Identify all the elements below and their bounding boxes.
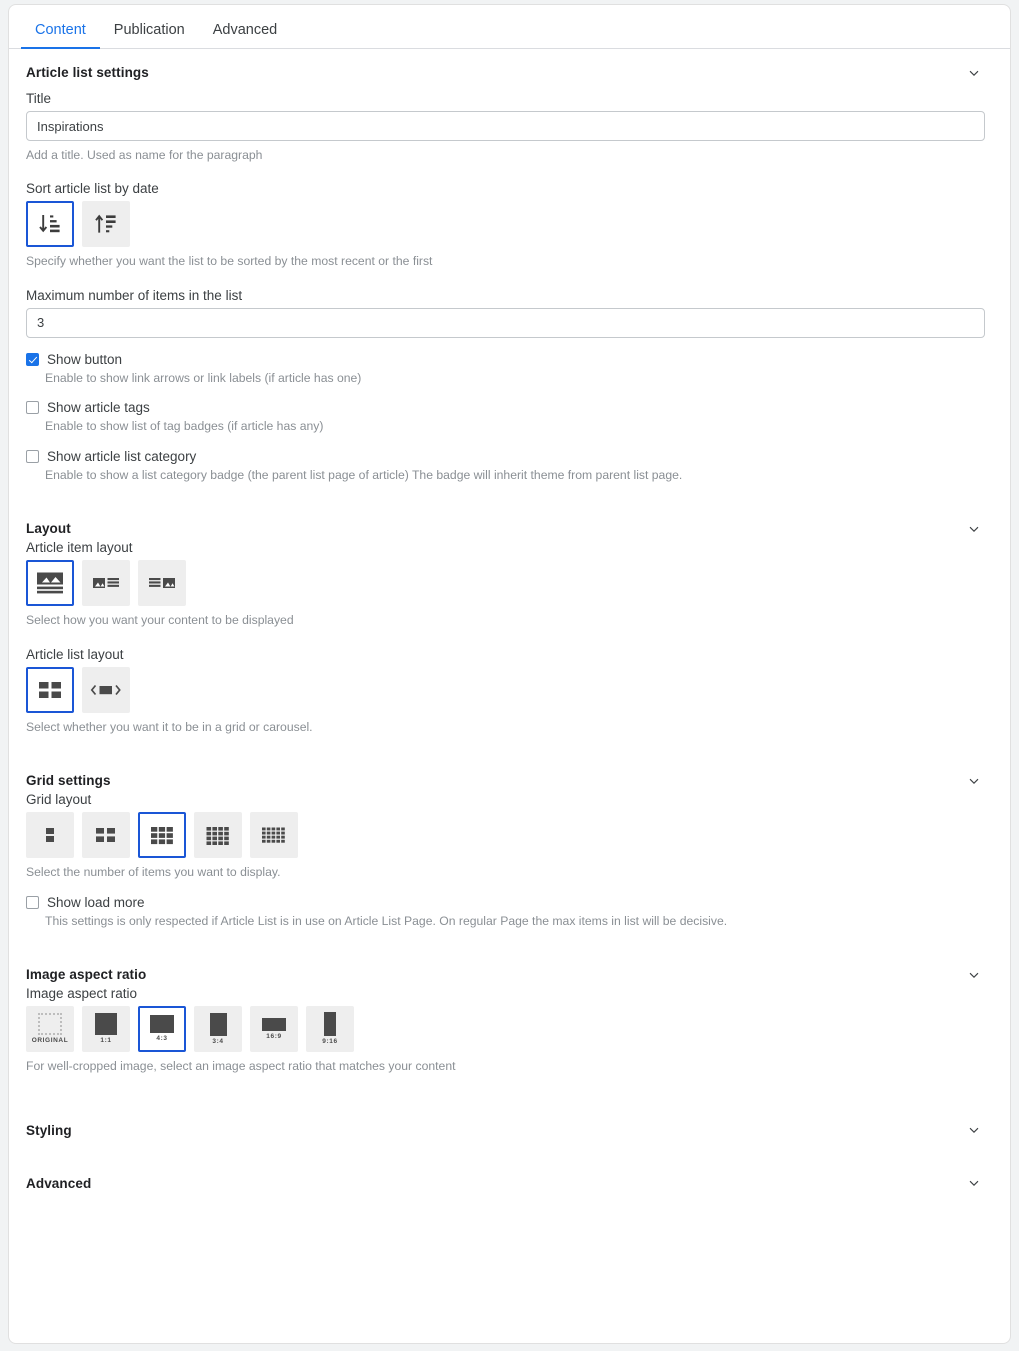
show-article-list-category-checkbox[interactable] xyxy=(26,449,39,463)
chevron-down-icon[interactable] xyxy=(967,66,981,80)
ratio-3-4-option[interactable]: 3:4 xyxy=(194,1006,242,1053)
section-grid-settings-header[interactable]: Grid settings xyxy=(26,773,993,788)
section-advanced-title: Advanced xyxy=(26,1175,92,1191)
section-article-list-settings-header[interactable]: Article list settings xyxy=(26,65,993,80)
layout-image-left-option[interactable] xyxy=(82,560,130,607)
layout-image-right-option[interactable] xyxy=(138,560,186,607)
settings-panel: Content Publication Advanced Article lis… xyxy=(0,0,1019,1351)
tab-advanced-label: Advanced xyxy=(212,21,278,38)
ratio-1-1-caption: 1:1 xyxy=(100,1037,112,1045)
ratio-4-3-shape xyxy=(150,1015,174,1034)
section-layout-title: Layout xyxy=(26,521,71,537)
tab-content-label: Content xyxy=(35,21,86,38)
sort-option-group xyxy=(26,201,993,248)
show-button-label: Show button xyxy=(47,351,123,367)
ratio-9-16-caption: 9:16 xyxy=(322,1038,338,1046)
grid-1-column-option[interactable] xyxy=(26,812,74,859)
section-advanced-header[interactable]: Advanced xyxy=(26,1176,993,1191)
show-load-more-checkbox-row[interactable]: Show load more xyxy=(26,895,993,910)
chevron-down-icon[interactable] xyxy=(967,1123,981,1137)
ratio-4-3-option[interactable]: 4:3 xyxy=(138,1006,186,1053)
ratio-3-4-caption: 3:4 xyxy=(212,1037,224,1045)
tab-publication-label: Publication xyxy=(113,21,185,38)
title-field-help: Add a title. Used as name for the paragr… xyxy=(26,148,263,162)
ratio-original-shape xyxy=(38,1013,62,1036)
grid-3-columns-option[interactable] xyxy=(138,812,186,859)
article-list-layout-group xyxy=(26,666,993,713)
chevron-down-icon[interactable] xyxy=(967,774,981,788)
show-article-tags-checkbox-row[interactable]: Show article tags xyxy=(26,400,993,415)
section-image-aspect-ratio-header[interactable]: Image aspect ratio xyxy=(26,967,993,982)
list-layout-grid-option[interactable] xyxy=(26,666,74,713)
grid-5-columns-option[interactable] xyxy=(250,812,298,859)
show-load-more-label: Show load more xyxy=(47,894,145,910)
show-article-list-category-checkbox-row[interactable]: Show article list category xyxy=(26,449,993,464)
chevron-down-icon[interactable] xyxy=(967,1176,981,1190)
section-layout-header[interactable]: Layout xyxy=(26,521,993,536)
ratio-16-9-shape xyxy=(262,1017,286,1031)
show-button-help: Enable to show link arrows or link label… xyxy=(45,370,362,385)
ratio-9-16-option[interactable]: 9:16 xyxy=(306,1006,354,1053)
show-article-list-category-help: Enable to show a list category badge (th… xyxy=(45,467,683,482)
sort-ascending-option[interactable] xyxy=(82,201,130,248)
grid-layout-group xyxy=(26,812,993,859)
article-list-layout-label: Article list layout xyxy=(26,646,124,662)
show-article-tags-label: Show article tags xyxy=(47,400,150,416)
ratio-16-9-option[interactable]: 16:9 xyxy=(250,1006,298,1053)
list-layout-carousel-option[interactable] xyxy=(82,666,130,713)
max-items-input[interactable] xyxy=(26,307,985,338)
layout-image-top-option[interactable] xyxy=(26,560,74,607)
chevron-down-icon[interactable] xyxy=(967,522,981,536)
tab-content[interactable]: Content xyxy=(21,21,100,49)
title-input[interactable] xyxy=(26,111,985,141)
settings-body: Article list settings Title Add a title.… xyxy=(9,65,1010,1191)
section-styling-header[interactable]: Styling xyxy=(26,1123,993,1138)
show-button-checkbox[interactable] xyxy=(26,352,39,366)
article-item-layout-help: Select how you want your content to be d… xyxy=(26,613,294,628)
section-styling-title: Styling xyxy=(26,1122,72,1138)
tab-bar: Content Publication Advanced xyxy=(9,5,1010,49)
sort-help: Specify whether you want the list to be … xyxy=(26,254,433,269)
grid-2-columns-option[interactable] xyxy=(82,812,130,859)
tab-advanced[interactable]: Advanced xyxy=(199,21,292,49)
ratio-1-1-option[interactable]: 1:1 xyxy=(82,1006,130,1053)
ratio-original-caption: ORIGINAL xyxy=(31,1037,69,1045)
show-load-more-checkbox[interactable] xyxy=(26,895,39,909)
ratio-4-3-caption: 4:3 xyxy=(156,1035,168,1043)
show-button-checkbox-row[interactable]: Show button xyxy=(26,352,993,367)
ratio-original-option[interactable]: ORIGINAL xyxy=(26,1006,74,1053)
section-article-list-settings-title: Article list settings xyxy=(26,65,149,80)
grid-layout-help: Select the number of items you want to d… xyxy=(26,865,281,880)
show-article-tags-checkbox[interactable] xyxy=(26,401,39,415)
article-item-layout-label: Article item layout xyxy=(26,540,133,556)
article-item-layout-group xyxy=(26,560,993,607)
settings-card: Content Publication Advanced Article lis… xyxy=(8,4,1011,1344)
sort-descending-option[interactable] xyxy=(26,201,74,248)
show-load-more-help: This settings is only respected if Artic… xyxy=(45,913,728,928)
show-article-list-category-label: Show article list category xyxy=(47,448,197,464)
sort-label: Sort article list by date xyxy=(26,181,159,197)
ratio-16-9-caption: 16:9 xyxy=(266,1032,282,1040)
article-list-layout-help: Select whether you want it to be in a gr… xyxy=(26,719,313,734)
tab-publication[interactable]: Publication xyxy=(100,21,199,49)
grid-layout-label: Grid layout xyxy=(26,792,92,808)
ratio-3-4-shape xyxy=(209,1012,227,1036)
image-aspect-ratio-help: For well-cropped image, select an image … xyxy=(26,1059,456,1074)
ratio-9-16-shape xyxy=(324,1012,336,1037)
show-article-tags-help: Enable to show list of tag badges (if ar… xyxy=(45,419,324,434)
grid-4-columns-option[interactable] xyxy=(194,812,242,859)
title-field-label: Title xyxy=(26,91,52,106)
image-aspect-ratio-label: Image aspect ratio xyxy=(26,986,138,1002)
section-image-aspect-ratio-title: Image aspect ratio xyxy=(26,967,147,983)
chevron-down-icon[interactable] xyxy=(967,968,981,982)
ratio-1-1-shape xyxy=(95,1013,117,1036)
section-grid-settings-title: Grid settings xyxy=(26,773,111,789)
max-items-label: Maximum number of items in the list xyxy=(26,287,243,303)
image-aspect-ratio-group: ORIGINAL 1:1 4:3 3:4 16:9 9:16 xyxy=(26,1006,993,1053)
